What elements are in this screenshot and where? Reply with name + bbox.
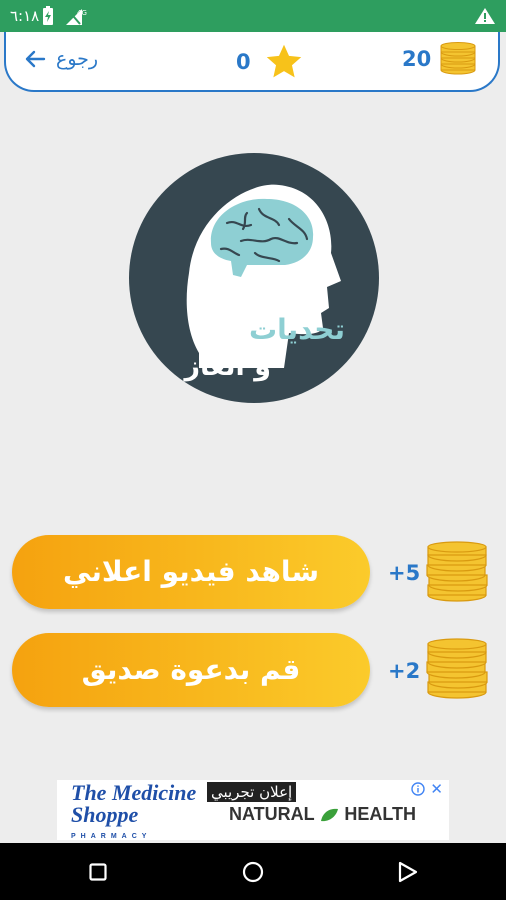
svg-text:4G: 4G (77, 9, 87, 17)
warning-icon (475, 8, 495, 24)
watch-video-button[interactable]: شاهد فيديو اعلاني (12, 535, 370, 609)
coins-count: 20 (402, 47, 432, 71)
system-nav-bar (0, 843, 506, 900)
back-triangle-icon[interactable] (398, 861, 418, 883)
ad-test-tag: إعلان تجريبي (207, 782, 297, 802)
ad-brand-right-2: HEALTH (344, 804, 417, 824)
reward-label-video: +5 (388, 561, 421, 585)
header-card: رجوع 0 20 (4, 32, 500, 92)
coins-counter: 20 (402, 42, 477, 76)
logo-title-line2: و ألغاز (184, 351, 272, 382)
recents-square-icon[interactable] (89, 863, 107, 881)
signal-4g-icon: 4G (66, 9, 87, 25)
battery-charging-icon (43, 6, 53, 25)
ad-close-icon[interactable]: ✕ (430, 780, 443, 798)
reward-label-invite: +2 (388, 659, 421, 683)
arrow-left-icon (25, 50, 46, 68)
home-circle-icon[interactable] (242, 861, 264, 883)
info-icon[interactable] (411, 782, 425, 796)
ad-brand-left-line2: Shoppe (71, 802, 139, 827)
ad-brand-left-line1: The Medicine (71, 780, 197, 805)
status-bar: ٦:١٨ 4G (0, 0, 506, 32)
ad-banner[interactable]: The Medicine Shoppe PHARMACY إعلان تجريب… (57, 780, 449, 840)
status-time: ٦:١٨ (10, 7, 40, 25)
coin-stack-icon (426, 541, 488, 602)
ad-brand-right: NATURAL HEALTH (229, 804, 416, 825)
coin-stack-icon (440, 42, 476, 75)
star-icon (266, 44, 301, 78)
app-logo: تحديات و ألغاز (129, 153, 379, 403)
leaf-icon (321, 809, 339, 822)
back-label: رجوع (56, 48, 99, 70)
stars-counter: 0 (236, 44, 303, 80)
ad-brand-left: The Medicine Shoppe PHARMACY (71, 782, 196, 848)
stars-count: 0 (236, 50, 251, 74)
coin-stack-icon (426, 638, 488, 699)
invite-friend-button[interactable]: قم بدعوة صديق (12, 633, 370, 707)
back-button[interactable]: رجوع (24, 48, 98, 70)
ad-brand-right-1: NATURAL (229, 804, 315, 824)
logo-title-line1: تحديات (248, 313, 345, 346)
